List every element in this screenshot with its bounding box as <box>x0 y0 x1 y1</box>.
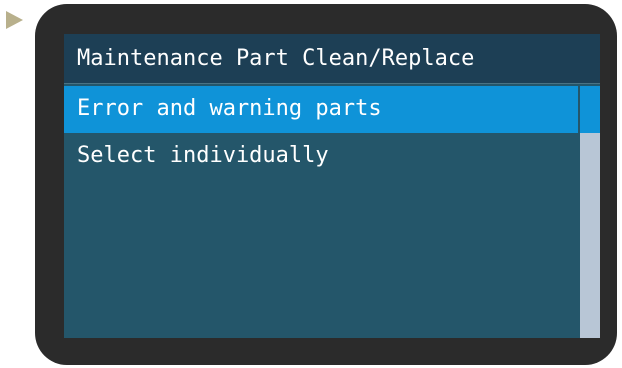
menu-item-label: Select individually <box>77 143 329 168</box>
play-arrow-icon <box>6 11 23 29</box>
menu-item-select-individually[interactable]: Select individually <box>64 133 578 180</box>
lcd-screen: Maintenance Part Clean/Replace Error and… <box>64 34 600 338</box>
menu-item-label: Error and warning parts <box>77 96 382 121</box>
menu-item-error-and-warning-parts[interactable]: Error and warning parts <box>64 86 578 133</box>
scrollbar-thumb[interactable] <box>580 86 600 133</box>
title-bar: Maintenance Part Clean/Replace <box>64 34 600 84</box>
menu-list: Error and warning parts Select individua… <box>64 86 578 180</box>
screen-title: Maintenance Part Clean/Replace <box>77 46 475 71</box>
scrollbar[interactable] <box>580 86 600 338</box>
